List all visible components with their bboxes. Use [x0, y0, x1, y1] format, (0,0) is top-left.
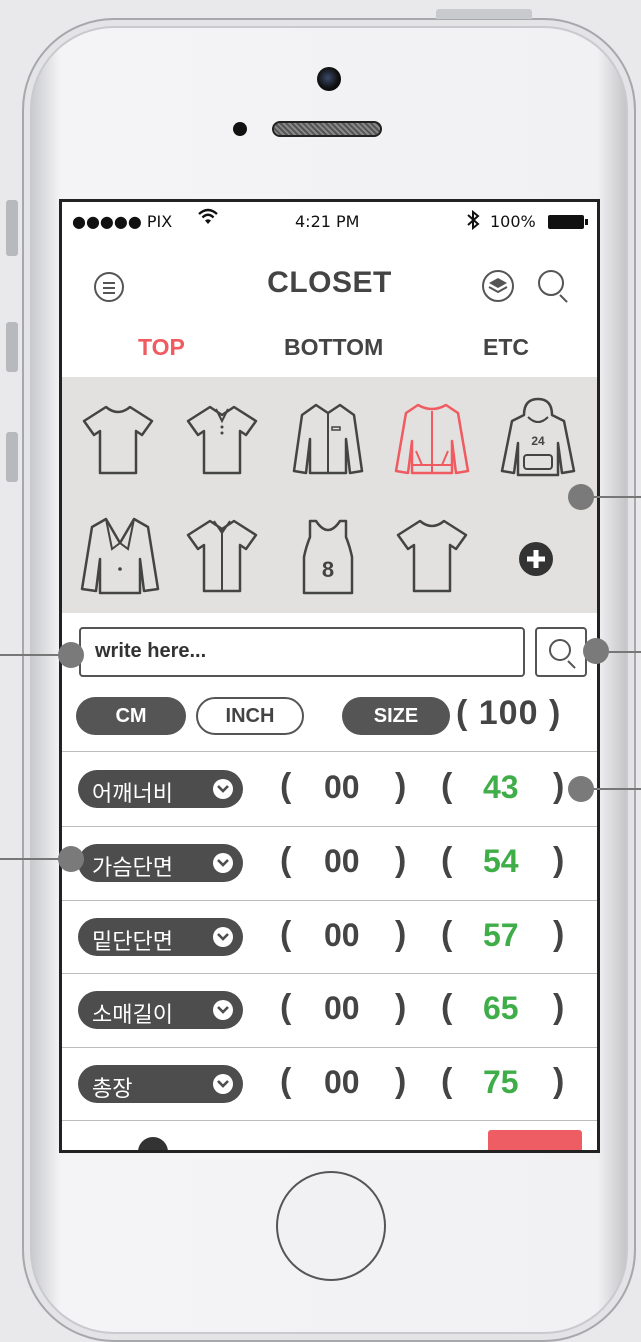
tank-number: 8: [322, 557, 334, 582]
bluetooth-icon: [466, 209, 480, 235]
short-sleeve-shirt-icon[interactable]: [182, 513, 262, 597]
tab-etc[interactable]: ETC: [483, 334, 529, 361]
callout-line: [592, 496, 641, 498]
mute-switch: [6, 200, 18, 256]
measure-input[interactable]: 00: [324, 769, 360, 806]
measure-label: 어깨너비: [92, 782, 173, 807]
front-camera: [317, 67, 341, 91]
measure-dropdown[interactable]: 총장: [78, 1065, 243, 1103]
search-input[interactable]: [81, 629, 515, 673]
search-lens-icon: [549, 639, 571, 661]
measure-label: 총장: [92, 1077, 133, 1102]
home-button[interactable]: [276, 1171, 386, 1281]
chevron-down-icon: [213, 853, 233, 873]
tab-top[interactable]: TOP: [138, 334, 185, 361]
app-screen: ●●●●● PIX 4:21 PM 100% CLOSET TOP BOTTOM…: [59, 199, 600, 1153]
measure-value: 57: [483, 917, 519, 953]
callout-dot: [583, 638, 609, 664]
measure-input[interactable]: 00: [324, 843, 360, 880]
measure-row: 총장 (00) (75): [62, 1048, 597, 1121]
measure-input[interactable]: 00: [324, 1064, 360, 1101]
page-title: CLOSET: [267, 266, 392, 299]
measure-value: 43: [483, 769, 519, 805]
callout-dot: [568, 776, 594, 802]
volume-up-button: [6, 322, 18, 372]
add-icon[interactable]: [517, 540, 555, 578]
clock: 4:21 PM: [295, 212, 360, 231]
hoodie-number: 24: [531, 434, 545, 448]
volume-down-button: [6, 432, 18, 482]
size-value: ( 100 ): [456, 694, 562, 732]
measure-value: 65: [483, 990, 519, 1026]
search-field[interactable]: [79, 627, 525, 677]
measure-input[interactable]: 00: [324, 917, 360, 954]
measure-value: 54: [483, 843, 519, 879]
power-button: [436, 9, 532, 19]
chevron-down-icon: [213, 1000, 233, 1020]
dress-shirt-icon[interactable]: [288, 399, 368, 479]
size-button[interactable]: SIZE: [342, 697, 450, 735]
earpiece-speaker: [272, 121, 382, 137]
measure-value: 75: [483, 1064, 519, 1100]
bottom-action-button[interactable]: [488, 1130, 582, 1150]
callout-dot: [58, 642, 84, 668]
unit-inch-button[interactable]: INCH: [196, 697, 304, 735]
measure-label: 밑단단면: [92, 930, 173, 955]
measure-dropdown[interactable]: 가슴단면: [78, 844, 243, 882]
chevron-down-icon: [213, 927, 233, 947]
measure-input[interactable]: 00: [324, 990, 360, 1027]
chevron-down-icon: [213, 1074, 233, 1094]
measure-dropdown[interactable]: 소매길이: [78, 991, 243, 1029]
measure-label: 소매길이: [92, 1003, 173, 1028]
carrier-label: ●●●●● PIX: [72, 212, 173, 231]
battery-icon: [548, 215, 588, 229]
wifi-icon: [198, 208, 218, 231]
tshirt-icon[interactable]: [78, 399, 158, 479]
blazer-icon[interactable]: [78, 513, 162, 597]
tab-bottom[interactable]: BOTTOM: [284, 334, 383, 361]
hoodie-icon[interactable]: 24: [496, 395, 580, 481]
search-button[interactable]: [535, 627, 587, 677]
basic-tshirt-icon[interactable]: [392, 513, 472, 597]
unit-cm-button[interactable]: CM: [76, 697, 186, 735]
search-icon[interactable]: [538, 270, 564, 296]
measure-label: 가슴단면: [92, 856, 173, 881]
bottom-info-icon[interactable]: [138, 1137, 168, 1150]
status-bar: ●●●●● PIX 4:21 PM 100%: [62, 202, 597, 242]
polo-shirt-icon[interactable]: [182, 399, 262, 479]
chevron-down-icon: [213, 779, 233, 799]
battery-percent: 100%: [490, 212, 536, 231]
layers-icon[interactable]: [482, 270, 514, 302]
measure-row: 가슴단면 (00) (54): [62, 827, 597, 900]
measure-row: 어깨너비 (00) (43): [62, 753, 597, 826]
measure-dropdown[interactable]: 어깨너비: [78, 770, 243, 808]
callout-dot: [568, 484, 594, 510]
measure-row: 밑단단면 (00) (57): [62, 901, 597, 974]
measure-row: 소매길이 (00) (65): [62, 974, 597, 1047]
callout-line: [592, 788, 641, 790]
jacket-icon[interactable]: [392, 399, 472, 479]
clothes-grid: 24 8: [62, 377, 597, 613]
tank-top-icon[interactable]: 8: [298, 517, 358, 597]
proximity-sensor: [233, 122, 247, 136]
measure-dropdown[interactable]: 밑단단면: [78, 918, 243, 956]
callout-dot: [58, 846, 84, 872]
divider: [62, 751, 597, 752]
